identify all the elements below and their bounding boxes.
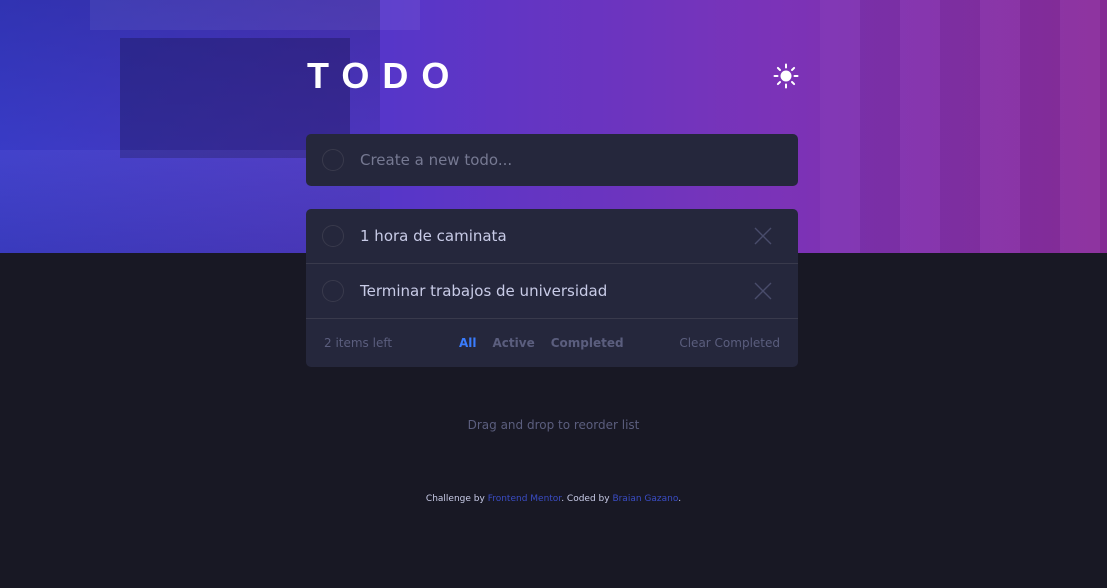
app-title: TODO xyxy=(307,55,463,96)
theme-toggle-button[interactable] xyxy=(773,63,799,89)
drag-drop-hint: Drag and drop to reorder list xyxy=(467,418,640,432)
items-left-count: 2 items left xyxy=(324,336,393,350)
sun-icon xyxy=(773,63,799,89)
delete-todo-button[interactable] xyxy=(754,227,772,245)
author-link[interactable]: Braian Gazano xyxy=(612,494,678,504)
close-icon xyxy=(754,227,772,245)
todo-text: Terminar trabajos de universidad xyxy=(360,282,608,300)
new-todo-checkbox[interactable] xyxy=(322,149,344,171)
todo-item[interactable]: 1 hora de caminata xyxy=(306,209,798,264)
delete-todo-button[interactable] xyxy=(754,282,772,300)
todo-item[interactable]: Terminar trabajos de universidad xyxy=(306,264,798,319)
todo-list: 1 hora de caminata Terminar trabajos de … xyxy=(306,209,798,367)
todo-checkbox[interactable] xyxy=(322,280,344,302)
clear-completed-button[interactable]: Clear Completed xyxy=(679,336,780,350)
todo-checkbox[interactable] xyxy=(322,225,344,247)
attribution: Challenge by Frontend Mentor. Coded by B… xyxy=(0,494,1107,504)
close-icon xyxy=(754,282,772,300)
new-todo-form xyxy=(306,134,798,186)
attribution-middle: . Coded by xyxy=(561,494,613,504)
filter-group: All Active Completed xyxy=(459,336,624,350)
attribution-prefix: Challenge by xyxy=(425,494,488,504)
new-todo-input[interactable] xyxy=(360,145,798,175)
filter-active-button[interactable]: Active xyxy=(493,336,535,350)
filter-completed-button[interactable]: Completed xyxy=(551,336,624,350)
todo-text: 1 hora de caminata xyxy=(360,227,507,245)
filter-all-button[interactable]: All xyxy=(459,336,477,350)
frontend-mentor-link[interactable]: Frontend Mentor xyxy=(488,494,562,504)
todo-footer: 2 items left All Active Completed Clear … xyxy=(306,319,798,367)
attribution-suffix: . xyxy=(678,494,682,504)
